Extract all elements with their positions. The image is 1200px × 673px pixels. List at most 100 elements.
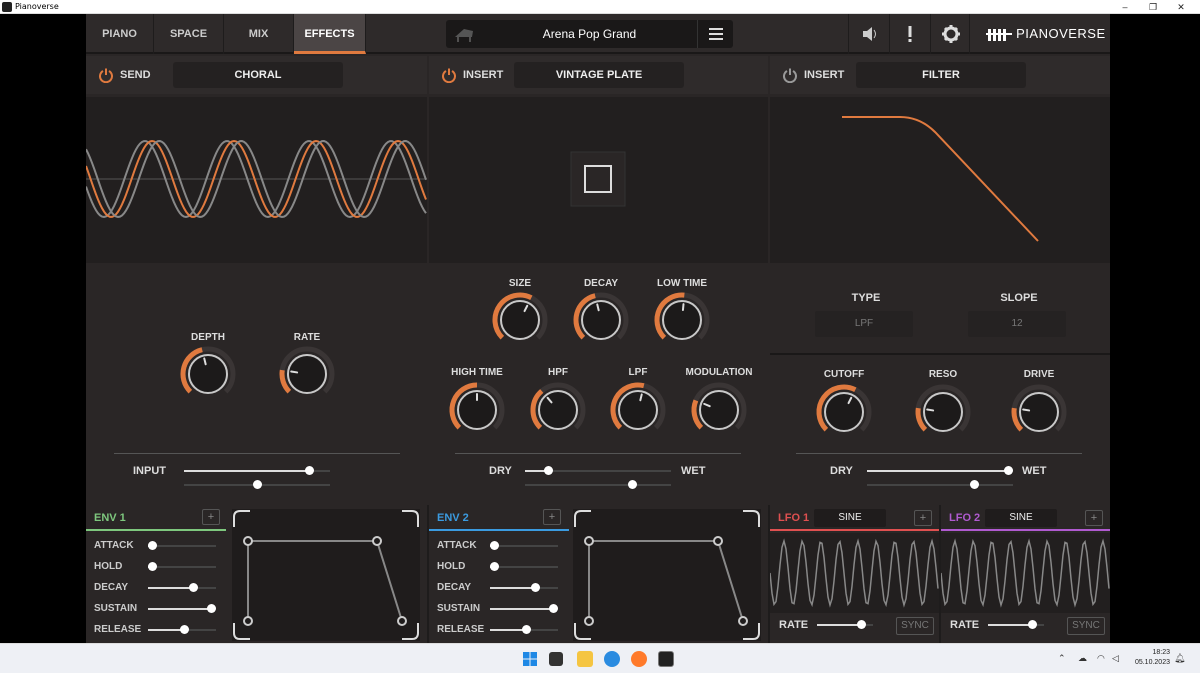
volume-icon[interactable]: ◁: [1112, 653, 1119, 664]
speaker-icon[interactable]: [848, 14, 888, 54]
high-time-knob[interactable]: [447, 380, 507, 440]
send-panel: SEND CHORAL DEPTH RATE INPUT: [85, 56, 427, 502]
dry-wet-slider[interactable]: [525, 466, 671, 475]
top-bar: PIANO SPACE MIX EFFECTS Arena Pop Grand …: [86, 14, 1110, 54]
cutoff-knob[interactable]: [814, 382, 874, 442]
clock-time: 18:23: [1152, 649, 1170, 656]
input-balance-slider[interactable]: [184, 480, 330, 489]
env1-add-button[interactable]: +: [202, 509, 220, 525]
lfo2-shape-selector[interactable]: SINE: [985, 509, 1057, 527]
preset-selector[interactable]: Arena Pop Grand: [446, 20, 733, 48]
edge-browser-icon[interactable]: [604, 651, 620, 667]
env2-add-button[interactable]: +: [543, 509, 561, 525]
tab-piano[interactable]: PIANO: [86, 14, 154, 54]
piano-thumbnail-icon: [455, 29, 473, 42]
insert2-effect-selector[interactable]: FILTER: [856, 62, 1026, 88]
cutoff-label: CUTOFF: [823, 369, 865, 380]
app-icon: [2, 2, 12, 12]
power-icon[interactable]: [98, 67, 114, 83]
decay-label: DECAY: [94, 582, 129, 593]
plate-icon: [570, 151, 626, 207]
filter-slope-selector[interactable]: 12: [968, 311, 1066, 337]
dry-wet-slider[interactable]: [867, 466, 1013, 475]
drive-knob[interactable]: [1009, 382, 1069, 442]
insert1-type-label: INSERT: [463, 69, 504, 81]
attack-slider[interactable]: [490, 541, 558, 550]
sustain-slider[interactable]: [148, 604, 216, 613]
cloud-icon[interactable]: ☁: [1078, 653, 1087, 664]
notification-icon[interactable]: 🔔︎: [1174, 653, 1185, 664]
power-icon[interactable]: [441, 67, 457, 83]
sustain-slider[interactable]: [490, 604, 558, 613]
windows-start-icon[interactable]: [522, 651, 538, 667]
send-effect-selector[interactable]: CHORAL: [173, 62, 343, 88]
decay-knob[interactable]: [571, 290, 631, 350]
lpf-knob[interactable]: [608, 380, 668, 440]
lfo2-rate-label: RATE: [950, 619, 980, 631]
system-clock[interactable]: 18:23 05.10.2023: [1135, 648, 1170, 668]
tab-effects[interactable]: EFFECTS: [294, 14, 366, 54]
decay-slider[interactable]: [490, 583, 558, 592]
tray-chevron-icon[interactable]: ⌃: [1058, 653, 1066, 664]
insert1-panel: INSERT VINTAGE PLATE SIZE DECAY LOW TIME…: [429, 56, 768, 502]
wifi-icon[interactable]: ◠: [1097, 653, 1105, 664]
logo-keys-icon: [986, 28, 1012, 41]
env1-graph[interactable]: [232, 509, 420, 641]
release-label: RELEASE: [94, 624, 142, 635]
close-button[interactable]: ✕: [1170, 0, 1192, 14]
mix-balance-slider[interactable]: [525, 480, 671, 489]
maximize-button[interactable]: ❐: [1142, 0, 1164, 14]
lfo1-sync-button[interactable]: SYNC: [896, 617, 934, 635]
modulation-label: MODULATION: [685, 367, 753, 378]
modulation-knob[interactable]: [689, 380, 749, 440]
lfo2-sync-button[interactable]: SYNC: [1067, 617, 1105, 635]
release-slider[interactable]: [148, 625, 216, 634]
decay-label: DECAY: [583, 278, 619, 289]
hpf-knob[interactable]: [528, 380, 588, 440]
type-title: TYPE: [851, 292, 881, 304]
rate-knob[interactable]: [277, 344, 337, 404]
power-icon[interactable]: [782, 67, 798, 83]
reso-label: RESO: [928, 369, 958, 380]
decay-slider[interactable]: [148, 583, 216, 592]
low-time-knob[interactable]: [652, 290, 712, 350]
lfo1-rate-slider[interactable]: [817, 620, 873, 629]
plugin-window: PIANO SPACE MIX EFFECTS Arena Pop Grand …: [85, 14, 1110, 643]
rate-label: RATE: [293, 332, 321, 343]
env2-graph[interactable]: [573, 509, 761, 641]
modulation-section: ENV 1 + ATTACK HOLD DECAY SUSTAIN RELEAS…: [86, 505, 1110, 643]
hold-slider[interactable]: [148, 562, 216, 571]
firefox-icon[interactable]: [631, 651, 647, 667]
attack-slider[interactable]: [148, 541, 216, 550]
input-slider[interactable]: [184, 466, 330, 475]
lfo1-shape-selector[interactable]: SINE: [814, 509, 886, 527]
lfo2-add-button[interactable]: +: [1085, 510, 1103, 526]
lfo1-add-button[interactable]: +: [914, 510, 932, 526]
attack-label: ATTACK: [94, 540, 134, 551]
size-knob[interactable]: [490, 290, 550, 350]
send-type-label: SEND: [120, 69, 151, 81]
gear-icon[interactable]: [930, 14, 970, 54]
env2-panel: ENV 2 + ATTACK HOLD DECAY SUSTAIN RELEAS…: [429, 505, 768, 643]
insert1-effect-selector[interactable]: VINTAGE PLATE: [514, 62, 684, 88]
slope-title: SLOPE: [1000, 292, 1038, 304]
reso-knob[interactable]: [913, 382, 973, 442]
hold-slider[interactable]: [490, 562, 558, 571]
minimize-button[interactable]: –: [1114, 0, 1136, 14]
hamburger-menu-icon[interactable]: [697, 20, 733, 48]
depth-knob[interactable]: [178, 344, 238, 404]
task-view-icon[interactable]: [549, 652, 563, 666]
filter-type-selector[interactable]: LPF: [815, 311, 913, 337]
clock-date: 05.10.2023: [1134, 659, 1170, 666]
tab-space[interactable]: SPACE: [154, 14, 224, 54]
alert-icon[interactable]: [889, 14, 929, 54]
lfo2-rate-slider[interactable]: [988, 620, 1044, 629]
window-title: Pianoverse: [15, 2, 59, 11]
release-slider[interactable]: [490, 625, 558, 634]
file-explorer-icon[interactable]: [577, 651, 593, 667]
divider: [796, 453, 1082, 454]
mix-balance-slider[interactable]: [867, 480, 1013, 489]
pianoverse-taskbar-icon[interactable]: [658, 651, 674, 667]
tab-mix[interactable]: MIX: [224, 14, 294, 54]
brand-logo: PIANOVERSE: [986, 14, 1106, 54]
